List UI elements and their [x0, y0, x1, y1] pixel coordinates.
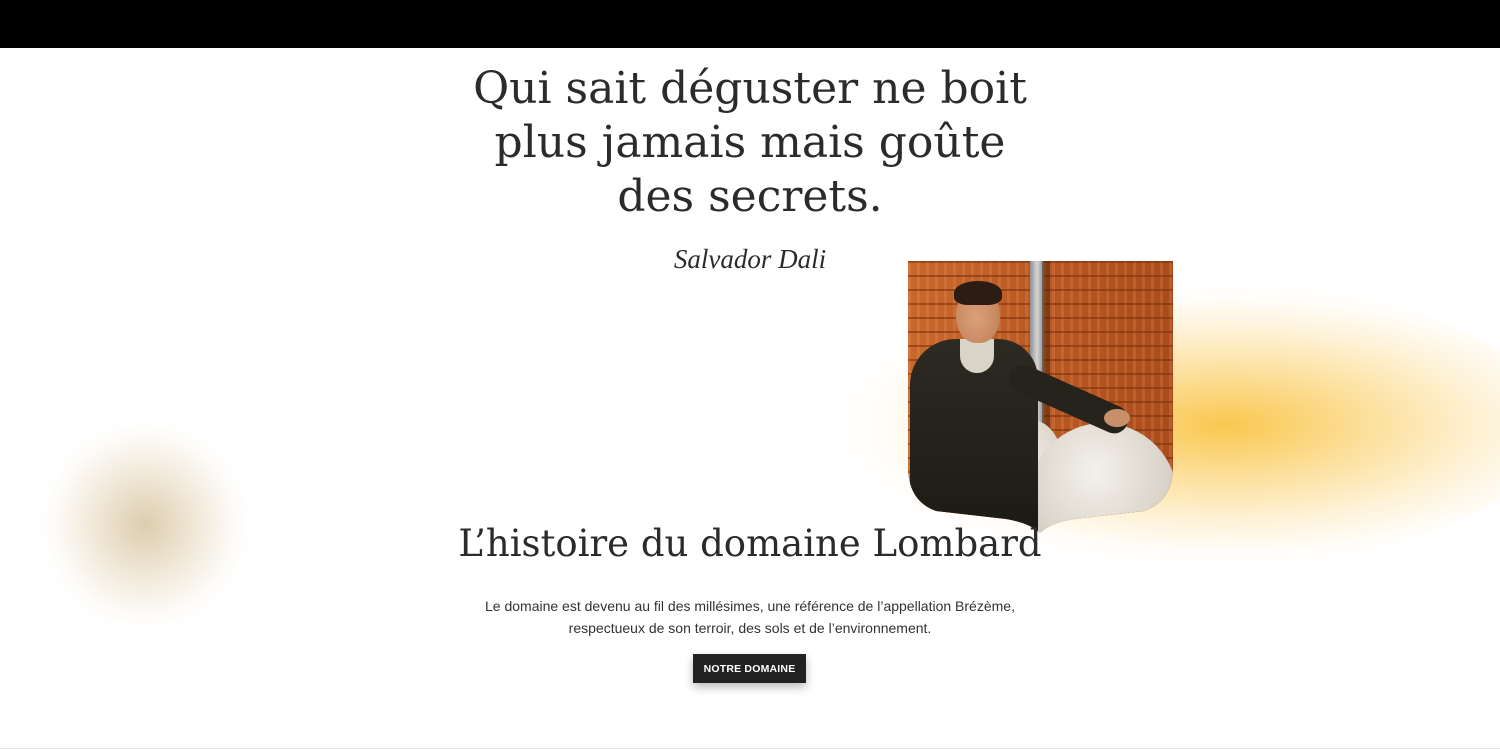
story-description: Le domaine est devenu au fil des millési… [400, 595, 1100, 639]
page: Qui sait déguster ne boit plus jamais ma… [0, 0, 1500, 750]
photo-person-collar [960, 339, 994, 373]
photo-person-hand [1104, 409, 1130, 427]
story-description-line: respectueux de son terroir, des sols et … [568, 620, 932, 636]
decorative-glow-left [40, 420, 250, 630]
quote-line: des secrets. [617, 171, 883, 222]
story-heading: L’histoire du domaine Lombard [458, 522, 1042, 565]
quote-line: plus jamais mais goûte [494, 117, 1006, 168]
top-bar [0, 0, 1500, 48]
quote-text: Qui sait déguster ne boit plus jamais ma… [400, 62, 1100, 224]
story-description-line: Le domaine est devenu au fil des millési… [485, 598, 1015, 614]
divider [0, 748, 1500, 749]
quote-line: Qui sait déguster ne boit [473, 63, 1027, 114]
winemaker-photo [908, 261, 1173, 533]
photo-person-hair [954, 281, 1002, 305]
notre-domaine-button[interactable]: NOTRE DOMAINE [693, 654, 806, 683]
